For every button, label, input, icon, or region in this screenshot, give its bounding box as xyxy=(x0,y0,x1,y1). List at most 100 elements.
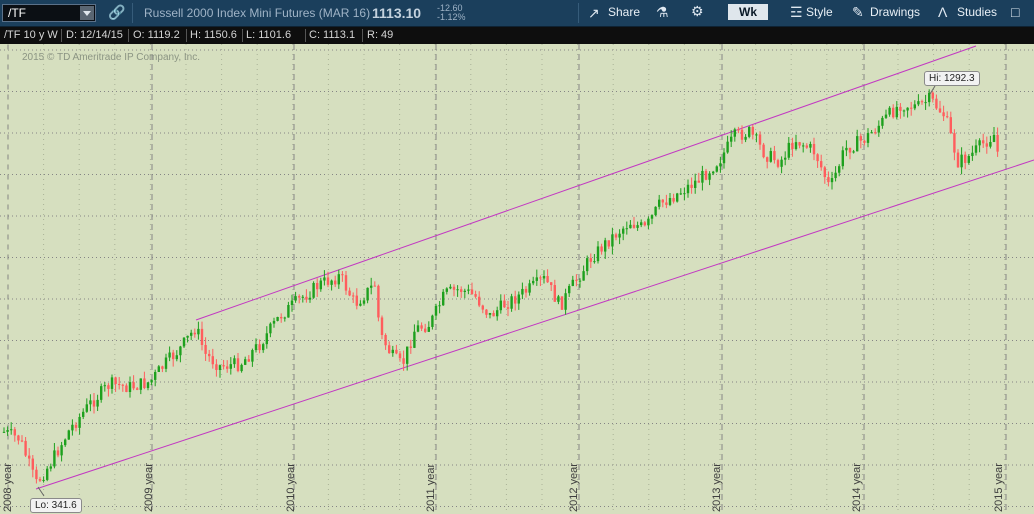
divider xyxy=(305,29,306,42)
candle-down xyxy=(805,145,808,148)
aggregation-button[interactable]: Wk xyxy=(728,4,768,20)
candle-down xyxy=(758,134,762,145)
candle-up xyxy=(517,294,520,304)
candle-down xyxy=(503,300,506,308)
candle-down xyxy=(247,359,250,362)
candle-down xyxy=(334,280,337,285)
candle-up xyxy=(6,429,9,432)
candle-up xyxy=(834,172,837,179)
candle-up xyxy=(10,429,13,431)
year-label: 2014 year xyxy=(851,463,863,512)
candle-up xyxy=(150,379,153,383)
style-icon[interactable]: ☲ xyxy=(790,4,803,21)
drawings-button[interactable]: Drawings xyxy=(870,5,920,19)
candle-down xyxy=(614,234,618,238)
candle-up xyxy=(913,104,916,109)
share-icon[interactable]: ↗ xyxy=(588,5,600,22)
candle-up xyxy=(82,411,85,417)
candle-down xyxy=(355,295,358,306)
candle-down xyxy=(964,154,967,163)
candle-up xyxy=(168,352,171,358)
candle-up xyxy=(542,276,546,279)
candle-up xyxy=(499,300,502,311)
candle-up xyxy=(794,142,798,150)
candle-up xyxy=(596,246,600,262)
candle-up xyxy=(85,404,88,412)
toolbar: /TF 🔗 Russell 2000 Index Mini Futures (M… xyxy=(0,0,1034,27)
share-button[interactable]: Share xyxy=(608,5,640,19)
candle-up xyxy=(967,156,970,163)
candle-up xyxy=(719,163,722,167)
candle-up xyxy=(694,180,697,188)
candle-down xyxy=(380,317,384,335)
candle-up xyxy=(251,350,254,362)
flask-icon[interactable]: ⚗ xyxy=(656,4,669,21)
price-chart[interactable]: 2015 © TD Ameritrade IP Company, Inc. 20… xyxy=(0,44,1034,514)
candle-up xyxy=(636,225,639,228)
candle-down xyxy=(13,429,16,436)
candle-up xyxy=(748,126,751,137)
candle-up xyxy=(254,344,258,351)
candle-up xyxy=(323,277,326,281)
candle-down xyxy=(859,136,862,141)
symbol-selector[interactable]: /TF xyxy=(2,4,96,22)
candle-up xyxy=(881,117,884,126)
candle-up xyxy=(463,290,466,292)
candle-up xyxy=(265,333,268,345)
candle-down xyxy=(395,349,398,354)
chart-canvas[interactable] xyxy=(0,44,1034,514)
candle-up xyxy=(528,283,531,293)
candle-up xyxy=(157,366,160,372)
candle-up xyxy=(535,277,538,281)
style-button[interactable]: Style xyxy=(806,5,833,19)
candle-up xyxy=(992,134,996,142)
candle-down xyxy=(607,240,610,247)
candle-down xyxy=(665,202,668,205)
candle-up xyxy=(442,291,445,306)
candle-down xyxy=(200,328,204,345)
gear-icon[interactable]: ⚙ xyxy=(691,3,704,20)
symbol-dropdown-icon[interactable] xyxy=(80,6,94,20)
candle-up xyxy=(496,310,499,317)
expand-icon[interactable]: □ xyxy=(1011,4,1019,20)
candle-down xyxy=(161,366,164,369)
candle-down xyxy=(942,112,945,117)
candle-down xyxy=(409,346,412,348)
divider xyxy=(186,29,187,42)
pencil-icon[interactable]: ✎ xyxy=(852,4,864,21)
candle-up xyxy=(780,159,783,167)
chart-info-bar: /TF 10 y W D: 12/14/15 O: 1119.2 H: 1150… xyxy=(0,27,1034,44)
candle-down xyxy=(766,157,769,162)
candle-up xyxy=(240,364,243,372)
candle-up xyxy=(625,228,628,230)
candle-up xyxy=(445,288,448,292)
period-label: /TF 10 y W xyxy=(4,29,58,41)
candle-up xyxy=(722,152,726,164)
candle-down xyxy=(938,108,942,113)
candle-down xyxy=(17,435,20,441)
candle-down xyxy=(460,289,463,292)
candle-up xyxy=(708,173,711,180)
candle-up xyxy=(197,328,200,335)
candle-up xyxy=(427,326,430,332)
candle-down xyxy=(132,382,135,389)
link-icon[interactable]: 🔗 xyxy=(108,4,125,21)
candle-up xyxy=(838,166,841,173)
candle-down xyxy=(773,151,776,161)
candle-up xyxy=(283,317,286,319)
channel-upper-line xyxy=(195,45,977,321)
candle-up xyxy=(244,359,247,365)
candle-up xyxy=(582,271,585,281)
studies-icon[interactable]: Λ xyxy=(938,4,947,20)
candle-up xyxy=(269,323,272,334)
candle-up xyxy=(593,261,596,263)
candle-up xyxy=(67,430,70,440)
candle-down xyxy=(478,296,481,306)
candle-up xyxy=(71,424,74,431)
candle-down xyxy=(470,289,474,295)
studies-button[interactable]: Studies xyxy=(957,5,997,19)
year-label: 2013 year xyxy=(711,463,723,512)
candle-down xyxy=(946,116,949,118)
low-pointer xyxy=(37,486,45,497)
candle-up xyxy=(568,285,571,294)
